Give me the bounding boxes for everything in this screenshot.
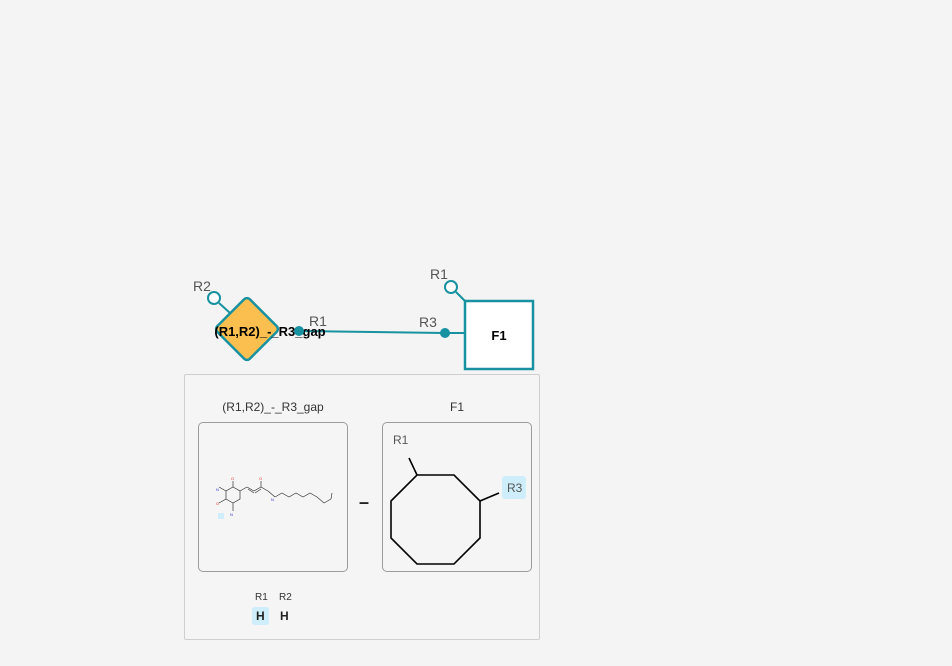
svg-text:N: N — [230, 512, 233, 517]
left-molecule-drawing: O O O N N N — [216, 476, 333, 519]
attachment-point-f1-r3[interactable] — [440, 328, 450, 338]
attachment-stub-f1-r1 — [455, 291, 467, 303]
svg-text:N: N — [216, 487, 219, 492]
cap-r1-value: H — [252, 607, 269, 625]
attachment-point-r1[interactable] — [294, 326, 304, 336]
cap-r2-value: H — [280, 609, 289, 623]
cap-r2-label: R2 — [279, 592, 292, 603]
cap-r1-label: R1 — [255, 592, 268, 603]
right-structure-r1-label: R1 — [393, 433, 409, 447]
svg-text:N: N — [271, 497, 274, 502]
attachment-label-r2: R2 — [193, 278, 211, 294]
right-structure-title: F1 — [449, 400, 464, 414]
attachment-point-f1-r1[interactable] — [444, 280, 458, 294]
attachment-label-f1-r1: R1 — [430, 266, 448, 282]
attachment-label-r1: R1 — [309, 313, 327, 329]
svg-text:O: O — [231, 476, 234, 481]
right-structure-box: R1 R3 — [382, 422, 532, 572]
left-structure-box: O O O N N N — [198, 422, 348, 572]
structure-separator: – — [359, 492, 370, 512]
attachment-stub-r2 — [218, 302, 231, 314]
monomer-2-label: F1 — [491, 328, 506, 343]
attachment-label-f1-r3: R3 — [419, 314, 437, 330]
monomer-preview-tooltip: (R1,R2)_-_R3_gap F1 O O O N N N – R1 R3 … — [184, 374, 540, 640]
right-structure-r3-label: R3 — [507, 481, 523, 495]
svg-text:O: O — [216, 501, 219, 506]
right-molecule-drawing: R1 R3 — [390, 433, 526, 565]
left-structure-title: (R1,R2)_-_R3_gap — [222, 400, 324, 414]
svg-text:O: O — [259, 476, 262, 481]
